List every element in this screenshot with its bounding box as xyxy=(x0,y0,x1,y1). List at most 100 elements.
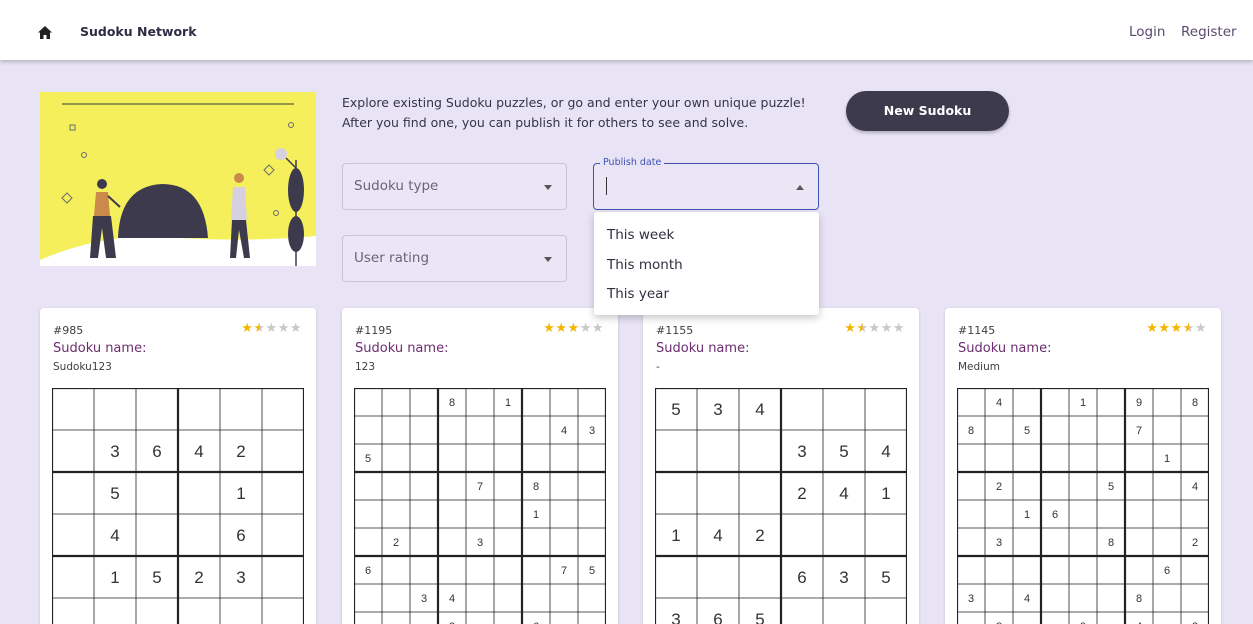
sudoku-name: Medium xyxy=(958,361,1000,373)
publish-date-select[interactable]: Publish date xyxy=(593,157,819,210)
grid-cell-value: 1 xyxy=(236,484,245,503)
sudoku-grid[interactable]: 81435781236753426 xyxy=(354,388,606,624)
star-icon: ★ xyxy=(241,321,254,336)
grid-cell-value: 4 xyxy=(839,484,848,503)
star-icon: ★ xyxy=(289,321,302,336)
star-icon: ★ xyxy=(591,321,604,336)
grid-cell-value: 6 xyxy=(1052,509,1058,521)
grid-cell-value: 1 xyxy=(533,509,539,521)
grid-cell-value: 8 xyxy=(533,481,539,493)
grid-cell-value: 2 xyxy=(1192,537,1198,549)
sudoku-id: #1145 xyxy=(958,324,996,337)
option-this-year[interactable]: This year xyxy=(594,281,819,311)
sudoku-name: - xyxy=(656,361,660,373)
grid-cell-value: 6 xyxy=(152,442,161,461)
intro-line-2: After you find one, you can publish it f… xyxy=(342,115,749,130)
user-rating-select[interactable]: User rating xyxy=(342,235,567,282)
star-rating: ★★★★★ xyxy=(543,321,604,336)
grid-cell-value: 3 xyxy=(996,537,1002,549)
intro-text: Explore existing Sudoku puzzles, or go a… xyxy=(342,93,806,133)
sudoku-name-label: Sudoku name: xyxy=(53,341,147,356)
grid-cell-value: 5 xyxy=(671,400,680,419)
sudoku-grid[interactable]: 5 3 4 3 5 4 2 4 1 1 4 2 6 3 5 3 6 5 xyxy=(655,388,907,624)
star-icon: ★ xyxy=(844,321,857,336)
sudoku-card[interactable]: #1145 ★★★★★ Sudoku name: Medium 41988571… xyxy=(945,308,1221,624)
user-rating-label: User rating xyxy=(354,250,430,266)
grid-cell-value: 7 xyxy=(561,565,567,577)
register-link[interactable]: Register xyxy=(1181,24,1237,40)
sudoku-id: #1195 xyxy=(355,324,393,337)
grid-cell-value: 4 xyxy=(755,400,764,419)
option-this-month[interactable]: This month xyxy=(594,252,819,282)
grid-cell-value: 4 xyxy=(996,397,1002,409)
grid-cell-value: 8 xyxy=(1136,593,1142,605)
home-icon[interactable] xyxy=(38,26,52,39)
star-icon: ★ xyxy=(1158,321,1171,336)
sudoku-card[interactable]: #1195 ★★★★★ Sudoku name: 123 81435781236… xyxy=(342,308,618,624)
sudoku-card[interactable]: #985 ★★★★★ Sudoku name: Sudoku123 364251… xyxy=(40,308,316,624)
star-icon: ★ xyxy=(543,321,556,336)
sudoku-grid[interactable]: 3 6 4 2 5 1 4 6 1 5 2 3 xyxy=(52,388,304,624)
grid-cell-value: 5 xyxy=(1108,481,1114,493)
grid-cell-value: 5 xyxy=(1024,425,1030,437)
grid-cell-value: 6 xyxy=(713,610,722,624)
grid-cell-value: 6 xyxy=(1164,565,1170,577)
grid-cell-value: 7 xyxy=(1136,425,1142,437)
grid-cell-value: 4 xyxy=(713,526,722,545)
hero-illustration xyxy=(40,92,316,266)
star-icon: ★ xyxy=(868,321,881,336)
grid-cell-value: 5 xyxy=(881,568,890,587)
grid-cell-value: 4 xyxy=(449,593,455,605)
grid-cell-value: 5 xyxy=(110,484,119,503)
grid-cell-value: 3 xyxy=(671,610,680,624)
brand-title[interactable]: Sudoku Network xyxy=(80,24,197,39)
login-link[interactable]: Login xyxy=(1129,24,1165,40)
grid-cell-value: 5 xyxy=(365,453,371,465)
grid-cell-value: 3 xyxy=(110,442,119,461)
grid-cell-value: 3 xyxy=(477,537,483,549)
sudoku-name: Sudoku123 xyxy=(53,361,112,373)
option-this-week[interactable]: This week xyxy=(594,222,819,252)
chevron-down-icon xyxy=(544,257,552,262)
grid-cell-value: 4 xyxy=(881,442,890,461)
sudoku-name-label: Sudoku name: xyxy=(355,341,449,356)
star-icon: ★ xyxy=(555,321,568,336)
star-icon: ★ xyxy=(567,321,580,336)
grid-cell-value: 8 xyxy=(1192,397,1198,409)
grid-cell-value: 3 xyxy=(797,442,806,461)
sudoku-type-select[interactable]: Sudoku type xyxy=(342,163,567,210)
grid-cell-value: 3 xyxy=(968,593,974,605)
star-icon: ★ xyxy=(1170,321,1183,336)
grid-cell-value: 3 xyxy=(839,568,848,587)
new-sudoku-button[interactable]: New Sudoku xyxy=(846,91,1009,131)
star-rating: ★★★★★ xyxy=(844,321,905,336)
star-icon: ★ xyxy=(892,321,905,336)
star-icon: ★ xyxy=(880,321,893,336)
grid-cell-value: 9 xyxy=(1136,397,1142,409)
intro-line-1: Explore existing Sudoku puzzles, or go a… xyxy=(342,95,806,110)
sudoku-type-label: Sudoku type xyxy=(354,178,439,194)
sudoku-id: #1155 xyxy=(656,324,694,337)
grid-cell-value: 1 xyxy=(110,568,119,587)
grid-cell-value: 1 xyxy=(671,526,680,545)
star-icon: ★ xyxy=(1146,321,1159,336)
star-icon: ★ xyxy=(253,321,266,336)
sudoku-grid[interactable]: 419885712541638263488943 xyxy=(957,388,1209,624)
grid-cell-value: 4 xyxy=(561,425,567,437)
grid-cell-value: 5 xyxy=(152,568,161,587)
star-icon: ★ xyxy=(1182,321,1195,336)
grid-cell-value: 2 xyxy=(755,526,764,545)
grid-cell-value: 2 xyxy=(797,484,806,503)
sudoku-name: 123 xyxy=(355,361,376,373)
star-rating: ★★★★★ xyxy=(1146,321,1207,336)
grid-cell-value: 2 xyxy=(393,537,399,549)
top-navbar: Sudoku Network Login Register xyxy=(0,0,1253,60)
star-icon: ★ xyxy=(265,321,278,336)
star-icon: ★ xyxy=(1194,321,1207,336)
grid-cell-value: 8 xyxy=(1108,537,1114,549)
grid-cell-value: 1 xyxy=(505,397,511,409)
sudoku-card[interactable]: #1155 ★★★★★ Sudoku name: - 5343542411426… xyxy=(643,308,919,624)
grid-cell-value: 3 xyxy=(236,568,245,587)
grid-cell-value: 1 xyxy=(1164,453,1170,465)
grid-cell-value: 3 xyxy=(589,425,595,437)
